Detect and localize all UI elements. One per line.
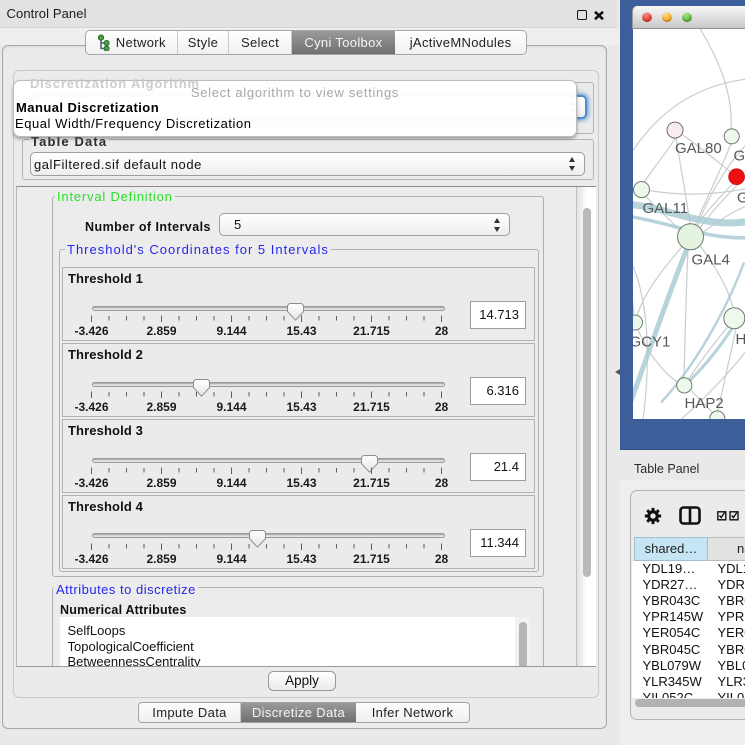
svg-text:HI: HI <box>736 331 745 348</box>
svg-text:GAL11: GAL11 <box>643 199 689 216</box>
svg-text:GA: GA <box>737 189 745 206</box>
svg-text:GCY1: GCY1 <box>633 333 670 350</box>
svg-text:GAL4: GAL4 <box>692 251 730 268</box>
svg-text:GAL80: GAL80 <box>675 139 722 156</box>
svg-text:GA: GA <box>734 147 745 164</box>
svg-text:HAP2: HAP2 <box>685 395 724 412</box>
